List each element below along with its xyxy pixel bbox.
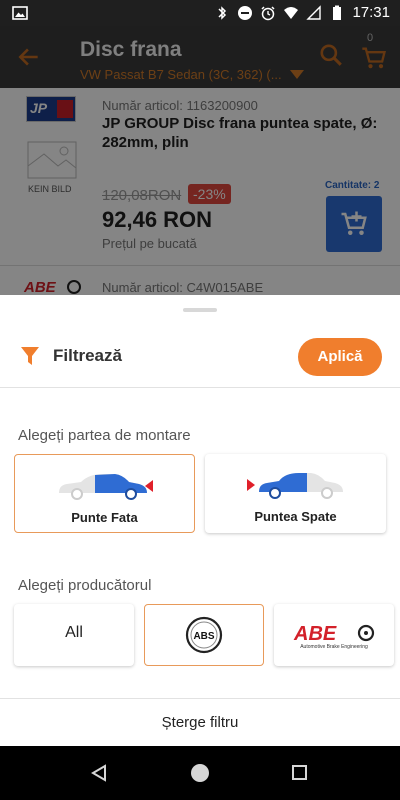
cellular-signal-icon: [306, 4, 322, 20]
abe-logo: ABE Automotive Brake Engineering: [293, 623, 375, 650]
status-bar: 17:31: [0, 0, 400, 26]
alarm-icon: [261, 5, 275, 20]
system-navigation-bar: [0, 746, 400, 800]
wifi-icon: [284, 6, 299, 19]
abs-logo-text: ABS: [193, 631, 214, 642]
image-notification-icon: [12, 5, 28, 21]
manufacturer-label: Alegeți producătorul: [18, 577, 152, 594]
manufacturer-option-abs[interactable]: ABS: [144, 604, 264, 666]
bluetooth-icon: [218, 5, 227, 20]
filter-bottom-sheet: Filtrează Aplică Alegeți partea de monta…: [0, 295, 400, 746]
abe-tagline: Automotive Brake Engineering: [300, 644, 368, 650]
nav-recents-icon[interactable]: [292, 765, 307, 780]
clear-filter-button[interactable]: Șterge filtru: [0, 699, 400, 746]
abe-logo-text: ABE: [293, 623, 337, 645]
divider: [0, 387, 400, 388]
car-rear-icon: [247, 473, 343, 499]
nav-back-icon[interactable]: [90, 764, 108, 782]
nav-home-icon[interactable]: [191, 764, 209, 782]
manufacturer-label-all: All: [65, 624, 83, 641]
filter-funnel-icon: [21, 347, 39, 365]
do-not-disturb-icon: [238, 5, 253, 20]
position-option-rear[interactable]: Puntea Spate: [205, 454, 386, 533]
abs-logo: ABS: [185, 616, 223, 654]
position-label: Puntea Spate: [254, 509, 337, 524]
scrim-overlay[interactable]: [0, 26, 400, 295]
position-label: Punte Fata: [71, 510, 138, 525]
clock: 17:31: [352, 4, 390, 21]
drag-handle[interactable]: [183, 308, 217, 312]
battery-icon: [333, 5, 342, 20]
manufacturer-option-all[interactable]: All: [14, 604, 134, 666]
car-front-icon: [59, 474, 153, 500]
mounting-side-label: Alegeți partea de montare: [18, 427, 191, 444]
manufacturer-option-abe[interactable]: ABE Automotive Brake Engineering: [274, 604, 394, 666]
apply-button[interactable]: Aplică: [298, 338, 382, 376]
filter-title: Filtrează: [53, 346, 122, 365]
position-option-front[interactable]: Punte Fata: [14, 454, 195, 533]
